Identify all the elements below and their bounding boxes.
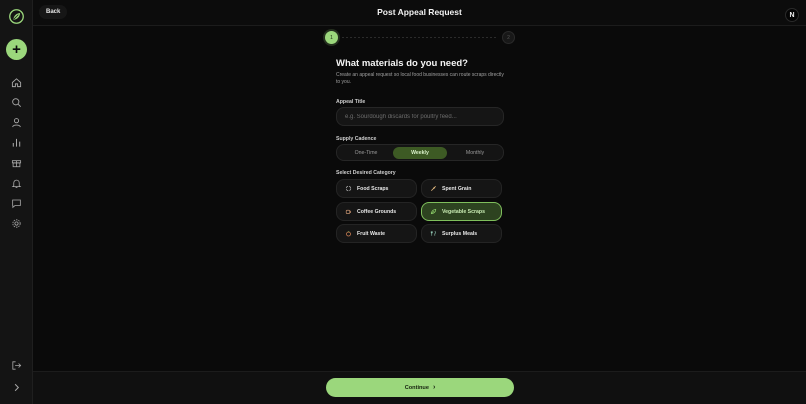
coffee-icon <box>344 208 352 216</box>
logout-icon[interactable] <box>11 360 22 371</box>
category-coffee-grounds[interactable]: Coffee Grounds <box>336 202 417 221</box>
chart-icon[interactable] <box>11 137 22 148</box>
cadence-segmented-control: One-Time Weekly Monthly <box>336 144 504 161</box>
footer-bar: Continue › <box>33 371 806 404</box>
category-label: Select Desired Category <box>336 170 396 176</box>
cadence-option-weekly[interactable]: Weekly <box>393 147 447 159</box>
continue-button[interactable]: Continue › <box>326 378 514 397</box>
gear-icon[interactable] <box>11 218 22 229</box>
app-root: + Back Post Appeal Request N 1 2 What ma… <box>0 0 806 404</box>
fruit-icon <box>344 230 352 238</box>
continue-label: Continue <box>404 384 429 391</box>
chevron-right-icon[interactable] <box>11 382 22 393</box>
search-icon[interactable] <box>11 97 22 108</box>
cadence-option-one-time[interactable]: One-Time <box>339 147 393 159</box>
form-description: Create an appeal request so local food b… <box>336 72 504 85</box>
supply-cadence-label: Supply Cadence <box>336 136 377 142</box>
appeal-form: What materials do you need? Create an ap… <box>336 58 504 243</box>
category-surplus-meals[interactable]: Surplus Meals <box>421 224 502 243</box>
form-heading: What materials do you need? <box>336 58 468 69</box>
wheat-icon <box>429 185 437 193</box>
plus-icon: + <box>12 41 21 58</box>
category-spent-grain[interactable]: Spent Grain <box>421 179 502 198</box>
add-button[interactable]: + <box>6 39 27 60</box>
leaf-icon <box>429 208 437 216</box>
cadence-option-monthly[interactable]: Monthly <box>448 147 502 159</box>
message-icon[interactable] <box>11 198 22 209</box>
step-connector <box>342 37 498 38</box>
chevron-right-icon: › <box>432 384 436 391</box>
progress-stepper: 1 2 <box>325 31 515 44</box>
category-vegetable-scraps[interactable]: Vegetable Scraps <box>421 202 502 221</box>
user-icon[interactable] <box>11 117 22 128</box>
page-title: Post Appeal Request <box>377 7 462 17</box>
avatar[interactable]: N <box>785 8 799 22</box>
appeal-title-input[interactable] <box>336 107 504 126</box>
leaf-logo-icon[interactable] <box>9 9 24 24</box>
gift-icon[interactable] <box>11 157 22 168</box>
bell-icon[interactable] <box>11 178 22 189</box>
step-2-indicator: 2 <box>502 31 515 44</box>
home-icon[interactable] <box>11 77 22 88</box>
recycle-icon <box>344 185 352 193</box>
appeal-title-label: Appeal Title <box>336 99 366 105</box>
category-food-scraps[interactable]: Food Scraps <box>336 179 417 198</box>
category-fruit-waste[interactable]: Fruit Waste <box>336 224 417 243</box>
sidebar: + <box>0 0 33 404</box>
top-header: Back Post Appeal Request N <box>33 0 806 26</box>
step-1-indicator: 1 <box>325 31 338 44</box>
meal-icon <box>429 230 437 238</box>
